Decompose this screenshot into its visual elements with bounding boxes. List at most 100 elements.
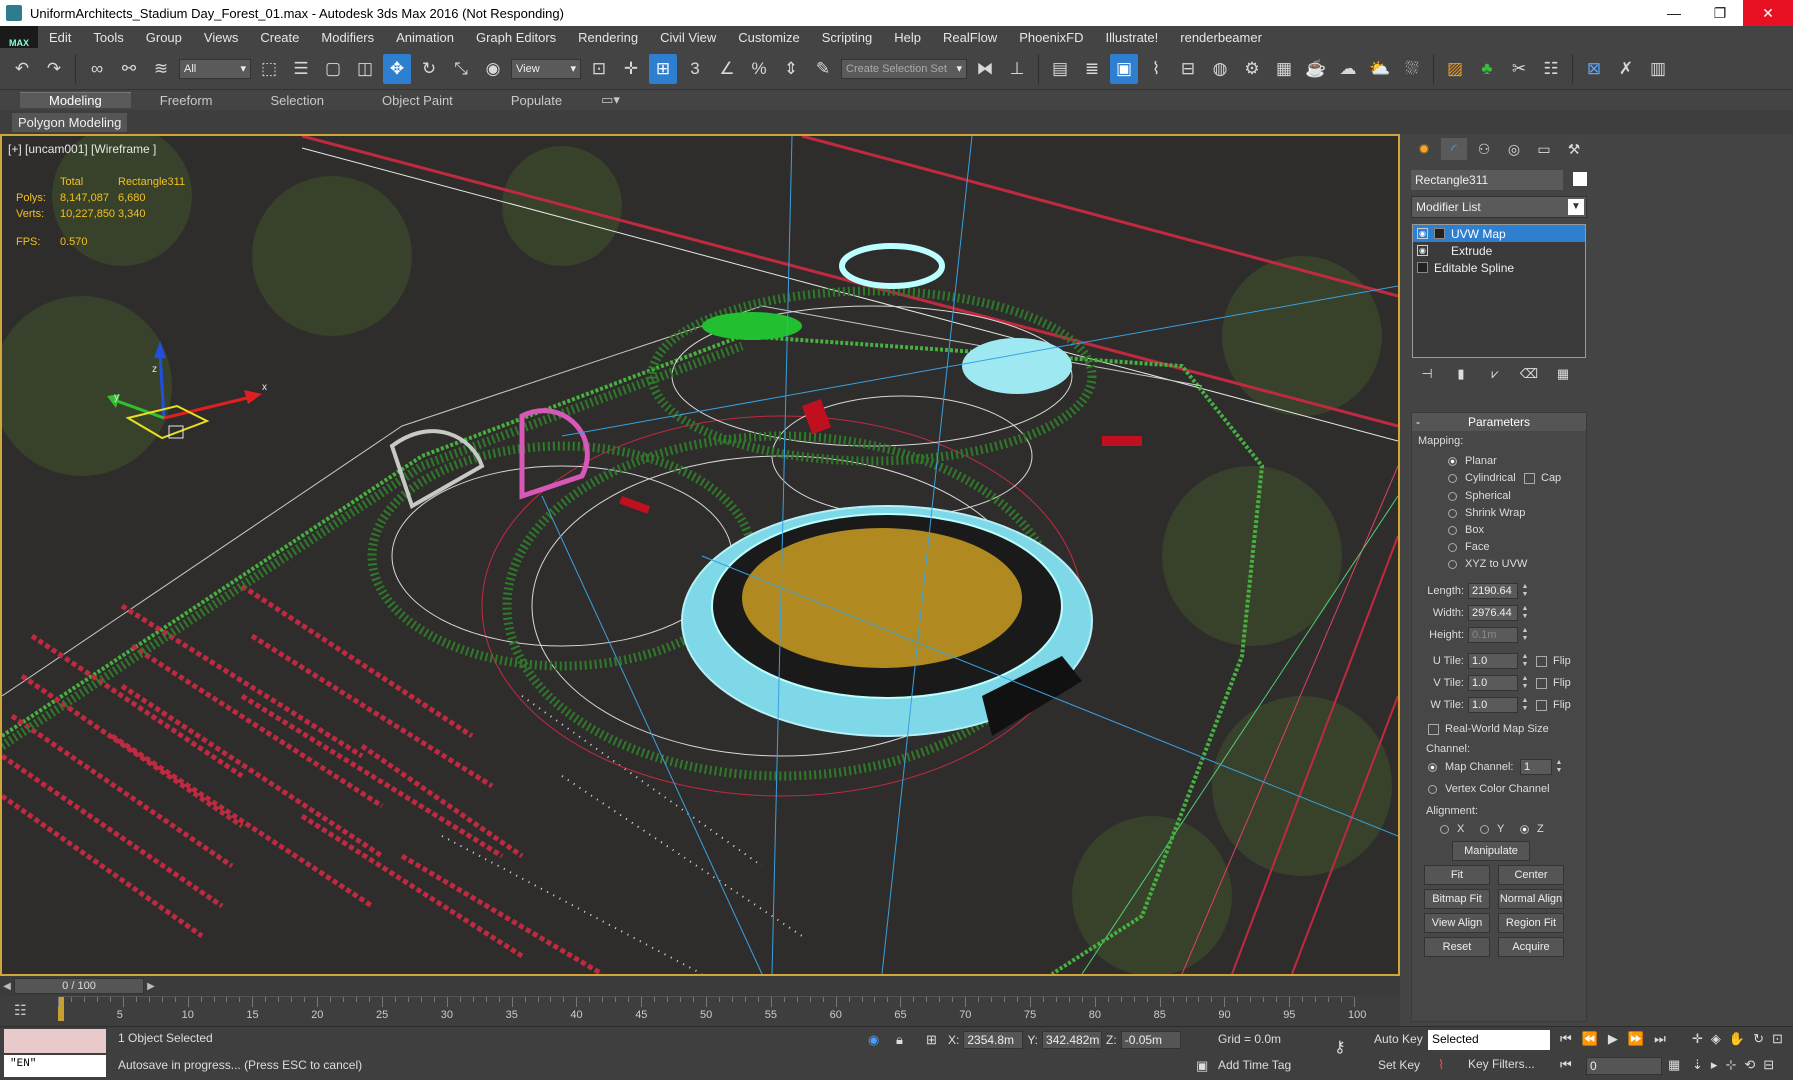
time-tag-icon[interactable]: ▣ [1196, 1058, 1208, 1074]
radio-map-channel[interactable]: Map Channel: [1428, 761, 1514, 773]
y-coordinate-input[interactable]: 342.482m [1042, 1031, 1103, 1049]
length-input[interactable]: 2190.64 [1468, 583, 1518, 599]
radio-planar[interactable]: Planar [1448, 455, 1497, 467]
wrench-icon[interactable]: ✗ [1612, 54, 1640, 84]
selection-filter-dropdown[interactable]: All ▾ [179, 58, 251, 79]
hierarchy-tab-icon[interactable]: ⚇ [1471, 138, 1497, 160]
x-coordinate-input[interactable]: 2354.8m [963, 1031, 1024, 1049]
render-iterative-icon[interactable]: ☁ [1334, 54, 1362, 84]
menu-help[interactable]: Help [883, 30, 932, 45]
zoom-icon[interactable]: ✛ [1692, 1031, 1703, 1047]
move-icon[interactable]: ✥ [383, 53, 411, 84]
list-icon[interactable]: ☷ [1537, 54, 1565, 84]
minimize-button[interactable]: — [1651, 0, 1697, 26]
manipulate-button[interactable]: Manipulate [1452, 841, 1530, 861]
radio-cylindrical[interactable]: Cylindrical [1448, 472, 1516, 484]
dolly-icon[interactable]: ⇣ [1692, 1057, 1703, 1073]
walk-icon[interactable]: ↻ [1753, 1031, 1764, 1047]
tab-modeling[interactable]: Modeling [20, 92, 131, 108]
key-icon[interactable]: ⚷ [1334, 1037, 1346, 1057]
time-configuration-icon[interactable]: ▦ [1668, 1057, 1680, 1073]
maxscript-output[interactable]: "EN" [4, 1055, 106, 1077]
render-activeshade-icon[interactable]: ⛅ [1366, 54, 1394, 84]
view-align-button[interactable]: View Align [1424, 913, 1490, 933]
radio-align-z[interactable]: Z [1520, 823, 1544, 835]
unlink-icon[interactable]: ⚯ [115, 54, 143, 84]
curve-editor-icon[interactable]: ⌇ [1142, 54, 1170, 84]
stack-item-extrude[interactable]: ◉ Extrude [1413, 242, 1585, 259]
bulb-icon[interactable]: ◉ [1417, 228, 1428, 239]
reference-coordinate-dropdown[interactable]: View ▾ [511, 58, 581, 79]
maxscript-listener[interactable] [4, 1029, 106, 1053]
radio-xyz-to-uvw[interactable]: XYZ to UVW [1448, 558, 1527, 570]
place-icon[interactable]: ◉ [479, 54, 507, 84]
select-object-icon[interactable]: ⬚ [255, 54, 283, 84]
named-selection-dropdown[interactable]: Create Selection Set ▾ [841, 58, 967, 79]
orbit-icon[interactable]: ◈ [1711, 1031, 1721, 1047]
link-icon[interactable]: ∞ [83, 54, 111, 84]
radio-face[interactable]: Face [1448, 541, 1489, 553]
configure-modifier-sets-icon[interactable]: ▦ [1553, 366, 1573, 384]
mini-curve-editor-icon[interactable]: ☷ [14, 1002, 27, 1019]
grid-list-icon[interactable]: ▥ [1644, 54, 1672, 84]
create-tab-icon[interactable]: ✹ [1411, 138, 1437, 160]
select-manipulate-icon[interactable]: ✛ [617, 54, 645, 84]
menu-realflow[interactable]: RealFlow [932, 30, 1008, 45]
layer-explorer-icon[interactable]: ≣ [1078, 54, 1106, 84]
menu-renderbeamer[interactable]: renderbeamer [1169, 30, 1273, 45]
parameters-rollout-header[interactable]: - Parameters [1412, 413, 1586, 431]
stack-item-editable-spline[interactable]: Editable Spline [1413, 259, 1585, 276]
scene-explorer-icon[interactable]: ▤ [1046, 54, 1074, 84]
go-to-start-icon[interactable]: ⏮ [1560, 1031, 1572, 1047]
rotate-icon[interactable]: ↻ [415, 54, 443, 84]
roll-icon[interactable]: ⟲ [1744, 1057, 1755, 1073]
keyboard-shortcut-override-icon[interactable]: ⊞ [649, 53, 677, 84]
modify-tab-icon[interactable]: ◜ [1441, 138, 1467, 160]
select-by-name-icon[interactable]: ☰ [287, 54, 315, 84]
viewport-label[interactable]: [+] [uncam001] [Wireframe ] [8, 142, 156, 156]
undo-icon[interactable]: ↶ [8, 54, 36, 84]
motion-tab-icon[interactable]: ◎ [1501, 138, 1527, 160]
mirror-icon[interactable]: ⧓ [971, 54, 999, 84]
rectangular-selection-icon[interactable]: ▢ [319, 54, 347, 84]
modifier-list-dropdown[interactable]: Modifier List ▼ [1411, 196, 1587, 218]
radio-spherical[interactable]: Spherical [1448, 490, 1511, 502]
window-crossing-icon[interactable]: ◫ [351, 54, 379, 84]
object-name-field[interactable]: Rectangle311 [1411, 170, 1563, 190]
menu-rendering[interactable]: Rendering [567, 30, 649, 45]
maximize-viewport-icon[interactable]: ⊡ [1772, 1031, 1783, 1047]
spinner-icon[interactable]: ▲ ▼ [1520, 583, 1530, 599]
key-mode-icon[interactable]: ⌇ [1438, 1057, 1444, 1073]
phoenixfd-icon[interactable]: ▨ [1441, 54, 1469, 84]
menu-scripting[interactable]: Scripting [811, 30, 884, 45]
render-production-icon[interactable]: ☕ [1302, 54, 1330, 84]
tab-populate[interactable]: Populate [482, 93, 591, 108]
key-mode-toggle-icon[interactable]: ⏮ [1560, 1057, 1572, 1073]
cap-checkbox[interactable]: Cap [1524, 472, 1561, 484]
u-tile-input[interactable]: 1.0 [1468, 653, 1518, 669]
fit-button[interactable]: Fit [1424, 865, 1490, 885]
time-next-icon[interactable]: ▶ [144, 981, 158, 992]
render-setup-icon[interactable]: ⚙ [1238, 54, 1266, 84]
min-max-toggle-icon[interactable]: ⊟ [1763, 1057, 1774, 1073]
spinner-snap-icon[interactable]: ⇕ [777, 54, 805, 84]
spinner-icon[interactable]: ▲ ▼ [1520, 675, 1530, 691]
v-flip-checkbox[interactable]: Flip [1536, 677, 1571, 689]
height-input[interactable]: 0.1m [1468, 627, 1518, 643]
acquire-button[interactable]: Acquire [1498, 937, 1564, 957]
close-button[interactable]: ✕ [1743, 0, 1793, 26]
w-tile-input[interactable]: 1.0 [1468, 697, 1518, 713]
time-slider[interactable]: 0 / 100 [14, 978, 144, 994]
ribbon-toggle-icon[interactable]: ▣ [1110, 53, 1138, 84]
bulb-icon[interactable]: ◉ [1417, 245, 1428, 256]
menu-customize[interactable]: Customize [727, 30, 810, 45]
set-key-button[interactable]: Set Key [1378, 1058, 1420, 1072]
application-button[interactable]: MAX [0, 26, 38, 48]
display-tab-icon[interactable]: ▭ [1531, 138, 1557, 160]
menu-views[interactable]: Views [193, 30, 249, 45]
edit-named-selection-icon[interactable]: ✎ [809, 54, 837, 84]
material-editor-icon[interactable]: ◍ [1206, 54, 1234, 84]
menu-illustrate[interactable]: Illustrate! [1095, 30, 1170, 45]
restore-button[interactable]: ❐ [1697, 0, 1743, 26]
radio-vertex-color-channel[interactable]: Vertex Color Channel [1428, 783, 1550, 795]
